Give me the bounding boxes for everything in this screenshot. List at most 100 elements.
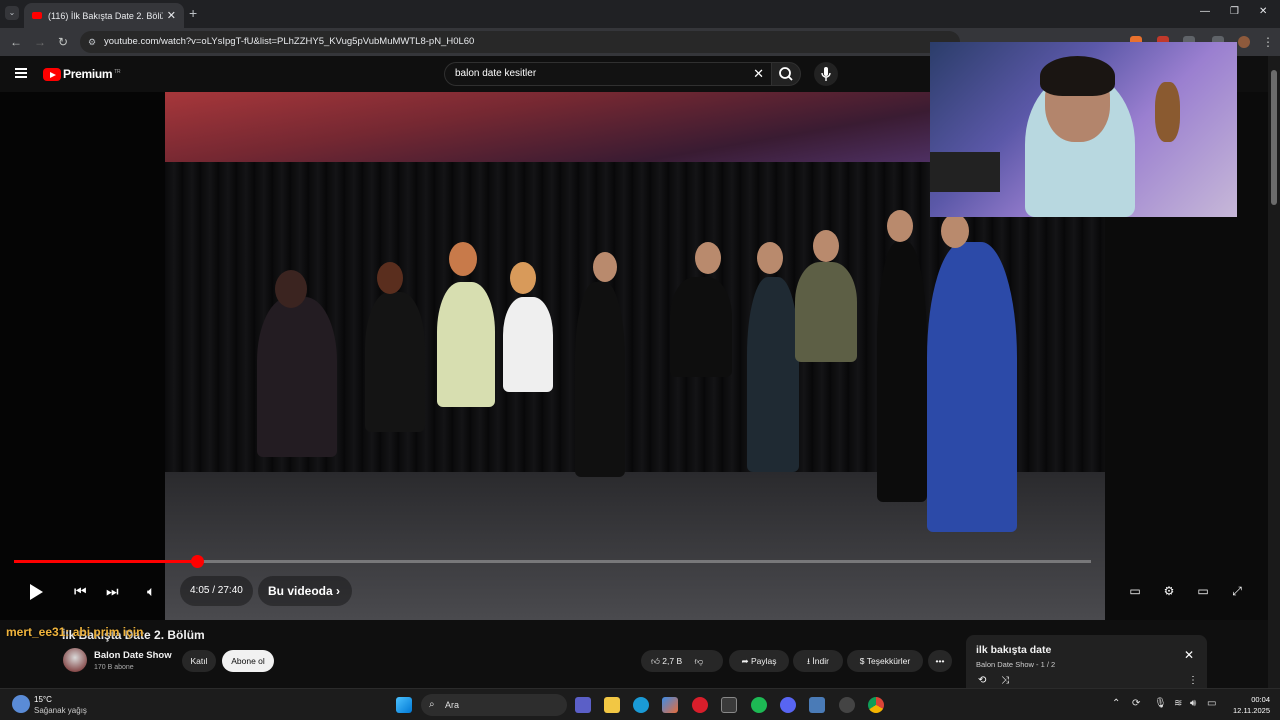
person-head: [941, 214, 969, 248]
browser-tab[interactable]: (116) İlk Bakışta Date 2. Bölüm ✕: [24, 3, 184, 28]
app-icon[interactable]: [809, 697, 825, 713]
thumbs-down-icon[interactable]: 👎︎: [695, 656, 704, 666]
like-button[interactable]: 👍︎ 2,7 B 👎︎: [641, 650, 723, 672]
system-clock[interactable]: 00:04 12.11.2025: [1226, 694, 1270, 716]
steam-icon[interactable]: [839, 697, 855, 713]
windows-start-icon[interactable]: [396, 697, 412, 713]
youtube-logo-icon[interactable]: [43, 68, 61, 81]
search-button[interactable]: [771, 62, 801, 86]
weather-temp: 15°C: [34, 695, 52, 704]
address-bar[interactable]: ⚙ youtube.com/watch?v=oLYsIpgT-fU&list=P…: [80, 31, 960, 53]
weather-icon[interactable]: [12, 695, 30, 713]
download-icon: ⭳: [807, 656, 811, 666]
subscribe-button[interactable]: Abone ol: [222, 650, 274, 672]
fullscreen-icon[interactable]: ⤢: [1230, 584, 1244, 598]
play-icon[interactable]: [30, 584, 43, 600]
edge-icon[interactable]: [633, 697, 649, 713]
forward-icon[interactable]: →: [34, 35, 46, 49]
next-icon[interactable]: ⏭: [106, 583, 119, 600]
teams-icon[interactable]: [575, 697, 591, 713]
streamer-hair: [1040, 56, 1115, 96]
person-head: [377, 262, 403, 294]
channel-avatar[interactable]: [63, 648, 87, 672]
download-button[interactable]: ⭳ İndir: [793, 650, 843, 672]
volume-icon[interactable]: 🔈︎: [147, 583, 155, 600]
profile-avatar[interactable]: [1238, 36, 1250, 48]
voice-search-button[interactable]: [814, 62, 838, 86]
loop-icon[interactable]: ⟲: [978, 675, 986, 686]
person-head: [449, 242, 477, 276]
reload-icon[interactable]: ↻: [58, 35, 68, 49]
settings-icon[interactable]: ⚙: [1162, 584, 1176, 598]
channel-name[interactable]: Balon Date Show: [94, 650, 172, 661]
volume-icon[interactable]: 🔊︎: [1190, 698, 1196, 709]
thanks-button[interactable]: $ Teşekkürler: [847, 650, 923, 672]
clock-time: 00:04: [1251, 695, 1270, 704]
thumbs-up-icon: 👍︎: [651, 656, 660, 666]
copilot-icon[interactable]: [662, 697, 678, 713]
back-icon[interactable]: ←: [10, 35, 22, 49]
chat-username: mert_ee31: [6, 625, 66, 639]
chat-message: abi prim için: [72, 625, 144, 639]
chrome-icon[interactable]: [868, 697, 884, 713]
store-icon[interactable]: [721, 697, 737, 713]
browser-menu-icon[interactable]: ⋮: [1262, 35, 1274, 49]
share-button[interactable]: ➦ Paylaş: [729, 650, 789, 672]
playlist-panel: ilk bakışta date Balon Date Show - 1 / 2…: [966, 635, 1207, 688]
person-head: [695, 242, 721, 274]
battery-icon[interactable]: ▭: [1207, 698, 1216, 709]
sync-icon[interactable]: ⟳: [1132, 698, 1140, 709]
previous-icon[interactable]: ⏮: [74, 583, 87, 600]
playlist-menu-icon[interactable]: ⋮: [1188, 675, 1198, 686]
close-tab-icon[interactable]: ✕: [167, 9, 176, 22]
site-info-icon[interactable]: ⚙: [88, 31, 96, 53]
progress-bar[interactable]: [14, 555, 1091, 568]
guitar-shape: [1155, 82, 1180, 142]
discord-icon[interactable]: [780, 697, 796, 713]
close-playlist-icon[interactable]: ✕: [1184, 648, 1194, 662]
webcam-overlay: [930, 42, 1237, 217]
clear-search-icon[interactable]: ✕: [753, 63, 764, 85]
person-head: [887, 210, 913, 242]
subtitles-icon[interactable]: ▭: [1128, 584, 1142, 598]
tray-overflow-icon[interactable]: ⌃: [1112, 698, 1120, 709]
person-figure: [437, 282, 495, 407]
search-icon: ⌕: [429, 699, 435, 710]
person-head: [510, 262, 536, 294]
subscriber-count: 170 B abone: [94, 664, 134, 671]
new-tab-icon[interactable]: +: [189, 5, 197, 21]
person-figure: [365, 292, 425, 432]
wifi-icon[interactable]: ≋: [1174, 698, 1182, 709]
person-figure: [927, 242, 1017, 532]
time-display: 4:05 / 27:40: [180, 576, 253, 606]
more-actions-icon[interactable]: •••: [928, 650, 952, 672]
person-figure: [503, 297, 553, 392]
shuffle-icon[interactable]: ⤨: [1001, 675, 1009, 686]
search-input[interactable]: balon date kesitler ✕: [444, 62, 772, 86]
tab-search-icon[interactable]: ⌄: [5, 6, 19, 20]
browser-tab-bar: ⌄ (116) İlk Bakışta Date 2. Bölüm ✕ + — …: [0, 0, 1280, 28]
microphone-icon[interactable]: 🎙︎: [1154, 698, 1167, 709]
progress-scrubber[interactable]: [191, 555, 205, 568]
person-head: [593, 252, 617, 282]
youtube-logo[interactable]: Premium TR: [63, 67, 121, 81]
chapter-button[interactable]: Bu videoda ›: [258, 576, 353, 606]
youtube-favicon-icon: [32, 12, 42, 19]
theater-mode-icon[interactable]: ▭: [1196, 584, 1210, 598]
taskbar-search[interactable]: ⌕ Ara: [421, 694, 567, 716]
person-head: [275, 270, 307, 308]
page-scrollbar[interactable]: [1268, 56, 1280, 688]
playlist-title[interactable]: ilk bakışta date: [976, 644, 1051, 656]
close-window-icon[interactable]: ✕: [1259, 6, 1267, 17]
scrollbar-thumb[interactable]: [1271, 70, 1277, 205]
join-button[interactable]: Katıl: [182, 650, 216, 672]
taskbar: 15°C Sağanak yağış ⌕ Ara ⌃ ⟳ 🎙︎ ≋ 🔊︎ ▭ 0…: [0, 688, 1280, 720]
share-icon: ➦: [741, 656, 749, 666]
opera-icon[interactable]: [692, 697, 708, 713]
spotify-icon[interactable]: [751, 697, 767, 713]
minimize-icon[interactable]: —: [1200, 6, 1210, 17]
menu-icon[interactable]: [15, 68, 27, 78]
like-count: 2,7 B: [662, 656, 683, 666]
maximize-icon[interactable]: ❐: [1230, 6, 1239, 17]
file-explorer-icon[interactable]: [604, 697, 620, 713]
